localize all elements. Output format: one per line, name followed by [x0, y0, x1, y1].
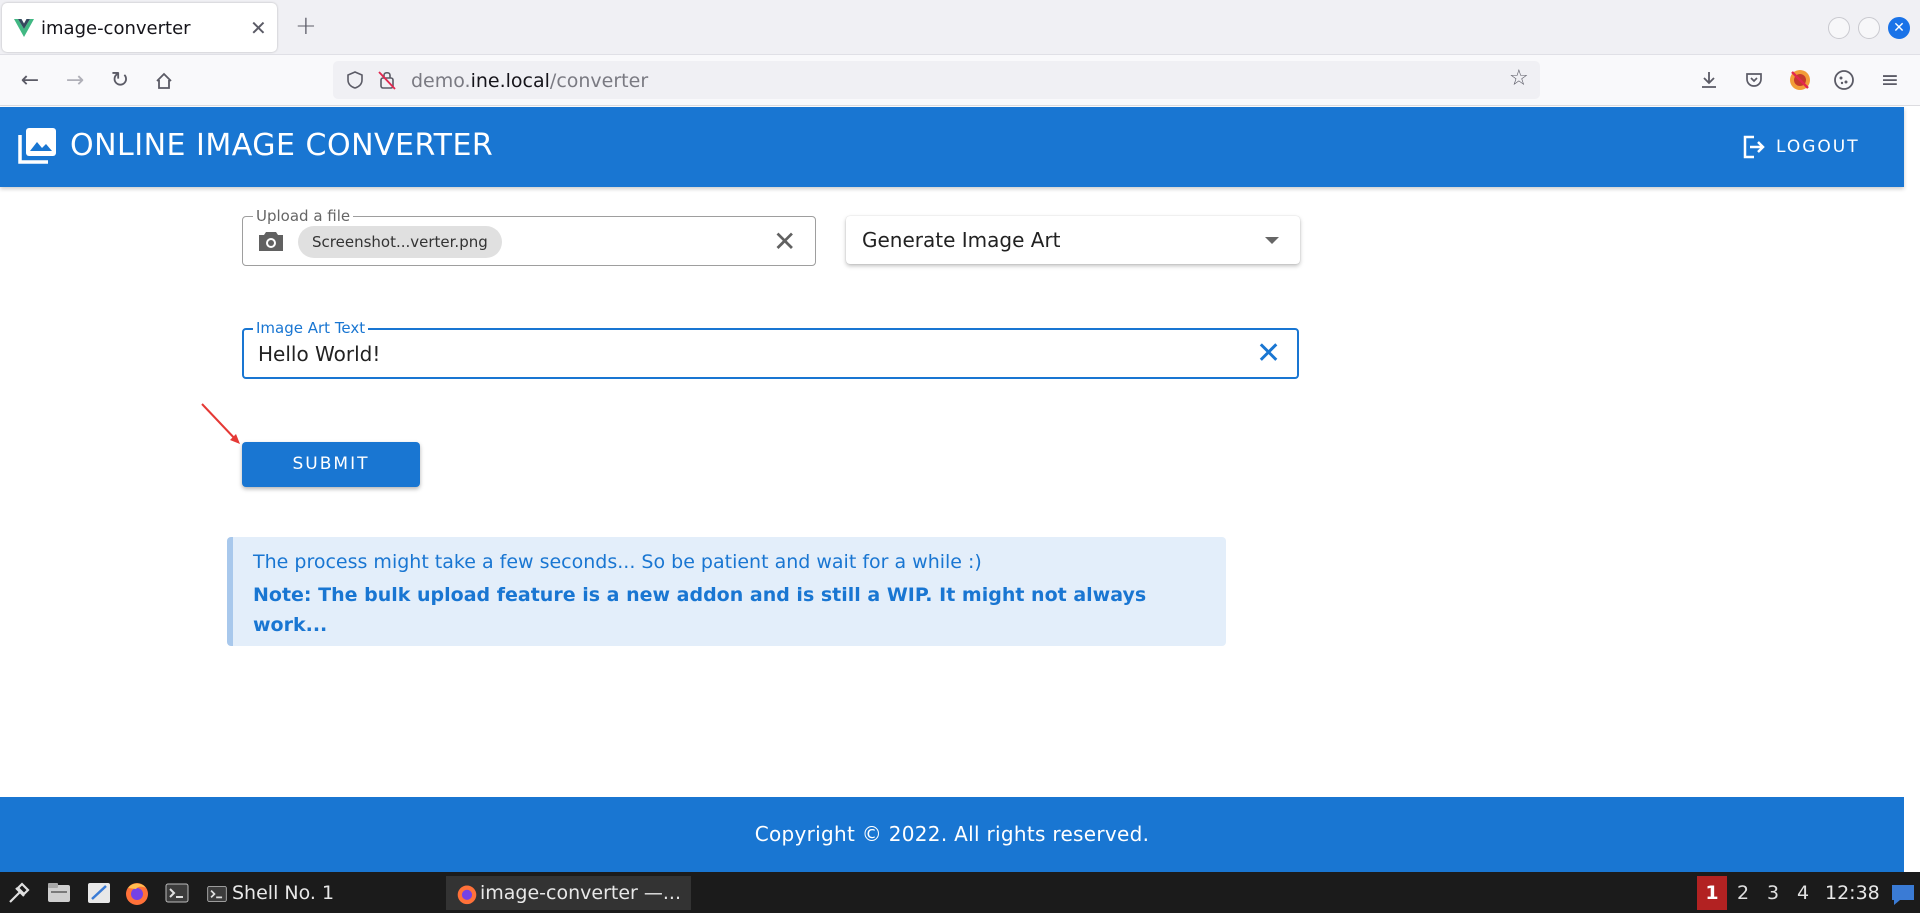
taskbar-task-firefox[interactable]: image-converter —... [446, 876, 692, 910]
firefox-icon [457, 885, 477, 904]
info-alert: The process might take a few seconds... … [227, 537, 1226, 646]
browser-tab[interactable]: image-converter ✕ [2, 3, 277, 52]
workspace-1[interactable]: 1 [1697, 876, 1727, 910]
taskbar: Shell No. 1 image-converter —... 1 2 3 4… [0, 872, 1920, 913]
start-menu-icon[interactable] [6, 880, 32, 906]
pocket-icon[interactable] [1743, 69, 1765, 91]
annotation-arrow-icon [201, 403, 240, 444]
image-art-text-value[interactable]: Hello World! [258, 342, 380, 366]
back-icon[interactable]: ← [12, 63, 48, 99]
upload-label: Upload a file [253, 207, 354, 225]
window-minimize-button[interactable] [1828, 17, 1850, 39]
file-manager-icon[interactable] [46, 880, 72, 906]
tab-close-icon[interactable]: ✕ [250, 16, 267, 40]
url-text[interactable]: demo.ine.local/converter [411, 70, 648, 92]
firefox-icon[interactable] [124, 880, 150, 906]
submit-button[interactable]: SUBMIT [242, 442, 420, 487]
file-chip[interactable]: Screenshot...verter.png [298, 226, 502, 258]
taskbar-task-shell[interactable]: Shell No. 1 [206, 876, 334, 910]
copyright-text: Copyright © 2022. All rights reserved. [754, 822, 1150, 846]
clear-text-icon[interactable]: ✕ [1256, 336, 1281, 371]
new-tab-button[interactable]: + [295, 11, 317, 41]
terminal-icon[interactable] [164, 880, 190, 906]
shield-icon[interactable] [345, 70, 365, 90]
workspace-4[interactable]: 4 [1788, 876, 1818, 910]
window-close-button[interactable]: ✕ [1888, 17, 1910, 39]
operation-select[interactable]: Generate Image Art [846, 216, 1300, 264]
browser-nav-bar: ← → ↻ demo.ine.local/converter ☆ ≡ [0, 55, 1920, 106]
vue-logo-icon [14, 19, 34, 37]
image-icon [18, 128, 56, 164]
tab-title: image-converter [41, 18, 191, 39]
menu-icon[interactable]: ≡ [1872, 63, 1908, 99]
reload-icon[interactable]: ↻ [102, 63, 138, 99]
terminal-icon [207, 885, 227, 902]
insecure-lock-icon[interactable] [377, 69, 397, 91]
extension-blocked-icon[interactable] [1788, 68, 1812, 92]
window-maximize-button[interactable] [1858, 17, 1880, 39]
workspace-2[interactable]: 2 [1728, 876, 1758, 910]
file-upload-field[interactable]: Upload a file Screenshot...verter.png ✕ [242, 207, 816, 266]
app-header: ONLINE IMAGE CONVERTER LOGOUT [0, 107, 1904, 187]
taskbar-task-shell-label: Shell No. 1 [232, 882, 335, 904]
clear-file-icon[interactable]: ✕ [773, 225, 796, 258]
chevron-down-icon [1265, 237, 1279, 244]
taskbar-task-firefox-label: image-converter —... [480, 882, 682, 904]
browser-tab-bar: image-converter ✕ + ✕ [0, 0, 1920, 55]
notification-icon[interactable] [1890, 881, 1916, 907]
forward-icon[interactable]: → [57, 63, 93, 99]
logout-icon [1743, 135, 1765, 159]
app-footer: Copyright © 2022. All rights reserved. [0, 797, 1904, 872]
workspace-3[interactable]: 3 [1758, 876, 1788, 910]
home-icon[interactable] [146, 63, 182, 99]
cookie-icon[interactable] [1832, 68, 1856, 92]
select-value: Generate Image Art [862, 228, 1061, 252]
image-art-text-label: Image Art Text [253, 319, 369, 337]
clock: 12:38 [1825, 882, 1880, 904]
image-art-text-field[interactable]: Image Art Text Hello World! ✕ [242, 319, 1299, 379]
camera-icon[interactable] [257, 229, 285, 253]
logout-label: LOGOUT [1776, 137, 1860, 157]
alert-message: The process might take a few seconds... … [253, 551, 982, 573]
logout-button[interactable]: LOGOUT [1740, 132, 1860, 162]
alert-note: Note: The bulk upload feature is a new a… [253, 584, 1147, 636]
app-title: ONLINE IMAGE CONVERTER [70, 128, 494, 163]
download-icon[interactable] [1698, 69, 1720, 91]
text-editor-icon[interactable] [86, 880, 112, 906]
bookmark-star-icon[interactable]: ☆ [1509, 66, 1529, 91]
url-bar[interactable]: demo.ine.local/converter ☆ [333, 61, 1540, 99]
